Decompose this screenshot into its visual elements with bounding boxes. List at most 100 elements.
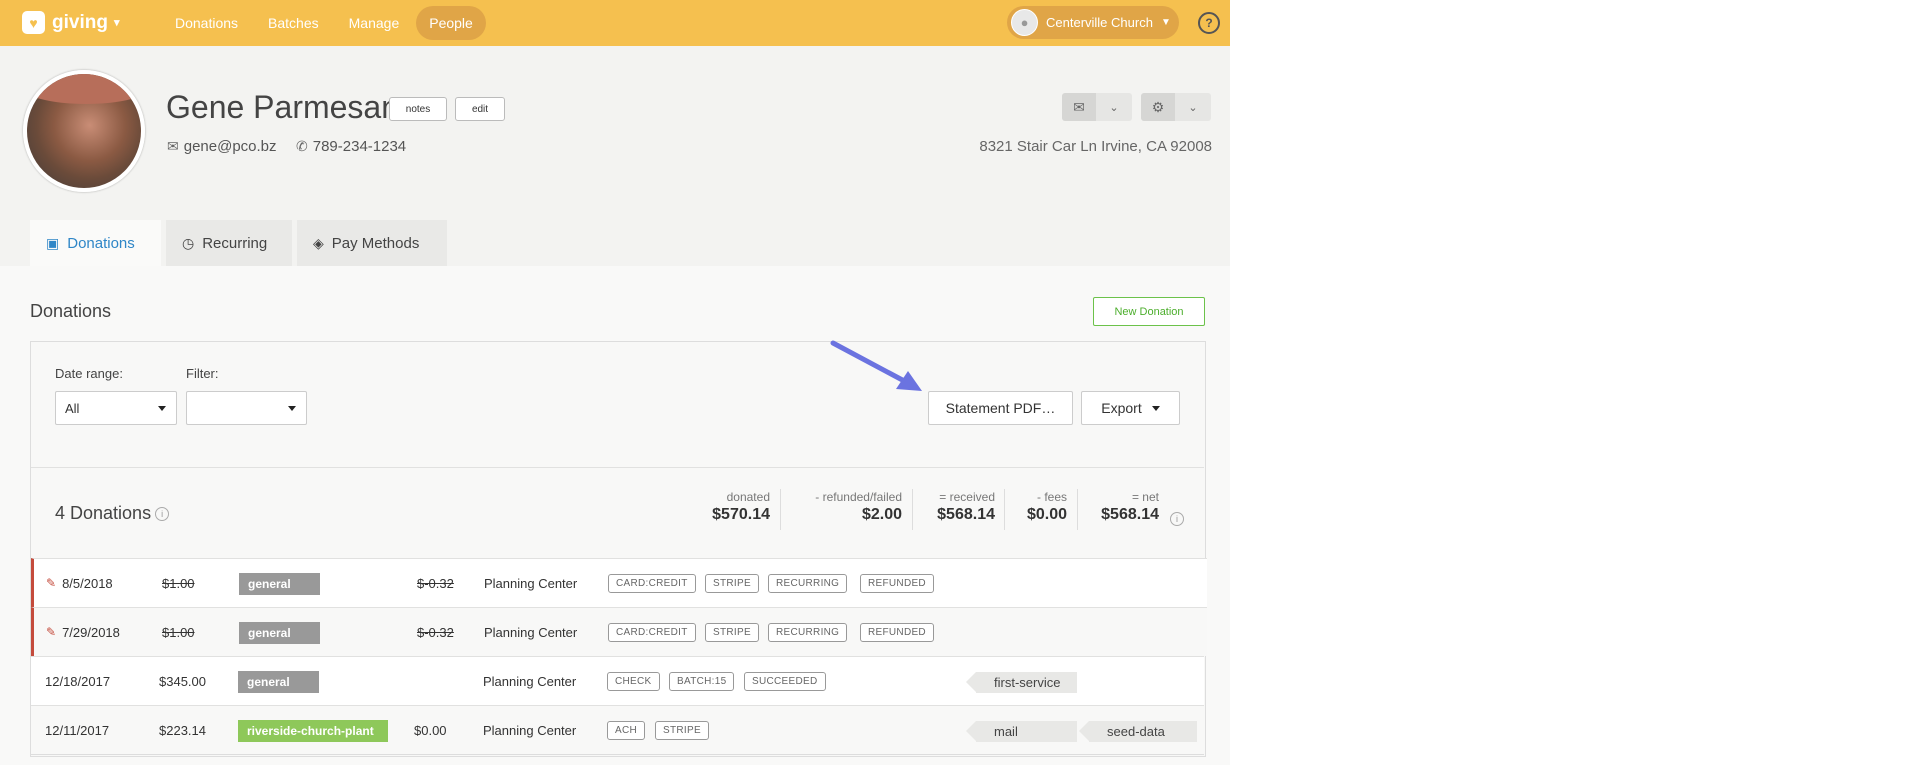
row-amount: $345.00 — [159, 673, 206, 689]
org-switcher[interactable]: ● Centerville Church ▼ — [1007, 6, 1179, 39]
table-row[interactable]: ✎ 8/5/2018 $1.00 general $-0.32 Planning… — [31, 558, 1207, 607]
divider — [1077, 489, 1078, 530]
row-fee: $-0.32 — [417, 624, 454, 640]
nav-donations[interactable]: Donations — [162, 6, 251, 40]
new-donation-button[interactable]: New Donation — [1093, 297, 1205, 326]
donations-icon: ▣ — [46, 234, 60, 251]
fund-badge: general — [239, 622, 320, 644]
app-name: giving — [52, 11, 108, 33]
summary-label: = received — [939, 490, 995, 504]
summary-value: $0.00 — [1026, 506, 1067, 523]
chevron-down-icon: ▼ — [1160, 17, 1171, 28]
section-title: Donations — [30, 301, 112, 321]
summary-label: = net — [1131, 490, 1159, 504]
row-fee: $0.00 — [414, 722, 447, 738]
fund-badge: general — [239, 573, 320, 595]
divider — [912, 489, 913, 530]
app-switcher[interactable]: ♥ giving ▾ — [22, 11, 119, 34]
nav-batches[interactable]: Batches — [255, 6, 332, 40]
person-phone[interactable]: ✆ 789-234-1234 — [296, 138, 406, 155]
top-nav-bar: ♥ giving ▾ Donations Batches Manage Peop… — [0, 0, 1230, 46]
row-source: Planning Center — [484, 575, 578, 591]
date-range-label: Date range: — [55, 366, 123, 381]
summary-received: = received $568.14 — [920, 490, 995, 524]
divider — [31, 467, 1204, 468]
statement-pdf-button[interactable]: Statement PDF… — [928, 391, 1073, 425]
summary-value: $570.14 — [712, 506, 770, 523]
info-icon[interactable]: i — [1170, 512, 1184, 526]
wallet-icon: ◈ — [313, 234, 324, 251]
email-button[interactable]: ✉ — [1062, 93, 1096, 121]
status-badge: STRIPE — [705, 623, 759, 642]
filter-select[interactable] — [186, 391, 307, 425]
nav-manage[interactable]: Manage — [336, 6, 413, 40]
summary-label: - refunded/failed — [815, 490, 902, 504]
annotation-arrow-icon — [830, 340, 922, 391]
row-date: ✎ 8/5/2018 — [46, 559, 113, 607]
summary-label: donated — [726, 490, 770, 504]
tab-donations[interactable]: ▣ Donations — [30, 220, 161, 266]
app-window: ♥ giving ▾ Donations Batches Manage Peop… — [0, 0, 1230, 765]
org-name: Centerville Church — [1046, 15, 1153, 30]
status-badge: RECURRING — [768, 623, 848, 642]
fund-badge: riverside-church-plant — [238, 720, 388, 742]
status-badge: CHECK — [607, 672, 660, 691]
tab-donations-label: Donations — [67, 234, 135, 252]
tab-recurring-label: Recurring — [202, 234, 268, 252]
settings-menu-chevron-icon[interactable]: ⌄ — [1175, 93, 1211, 121]
row-fee: $-0.32 — [417, 575, 454, 591]
gear-icon[interactable]: ⚙ — [1141, 93, 1175, 121]
tag: mail — [966, 721, 1077, 742]
tag: seed-data — [1079, 721, 1197, 742]
person-address: 8321 Stair Car Ln Irvine, CA 92008 — [979, 138, 1212, 155]
fund-badge: general — [238, 671, 319, 693]
phone-text: 789-234-1234 — [312, 138, 407, 155]
tab-recurring[interactable]: ◷ Recurring — [166, 220, 292, 266]
summary-label: - fees — [1036, 490, 1067, 504]
email-actions-group: ✉ ⌄ — [1062, 93, 1132, 121]
phone-icon: ✆ — [296, 138, 308, 154]
export-button[interactable]: Export — [1081, 391, 1180, 425]
status-badge: SUCCEEDED — [744, 672, 826, 691]
filter-label: Filter: — [186, 366, 219, 381]
date-range-value: All — [65, 400, 80, 416]
edit-button[interactable]: edit — [455, 97, 505, 121]
caret-down-icon — [158, 406, 166, 411]
table-row[interactable]: 12/11/2017 $223.14 riverside-church-plan… — [31, 705, 1204, 755]
caret-down-icon — [1151, 405, 1160, 411]
status-badge: RECURRING — [768, 574, 848, 593]
table-row[interactable]: 12/18/2017 $345.00 general Planning Cent… — [31, 656, 1204, 705]
summary-value: $568.14 — [1101, 506, 1159, 523]
date-range-select[interactable]: All — [55, 391, 177, 425]
email-menu-chevron-icon[interactable]: ⌄ — [1096, 93, 1132, 121]
row-amount: $1.00 — [162, 575, 195, 591]
row-date: ✎ 7/29/2018 — [46, 608, 120, 656]
tab-pay-methods[interactable]: ◈ Pay Methods — [297, 220, 447, 266]
help-icon[interactable]: ? — [1198, 12, 1220, 34]
notes-button[interactable]: notes — [389, 97, 447, 121]
tag: first-service — [966, 672, 1077, 693]
summary-value: $2.00 — [861, 506, 902, 523]
date-text: 7/29/2018 — [62, 624, 120, 640]
summary-donated: donated $570.14 — [690, 490, 770, 524]
info-icon[interactable]: i — [155, 507, 170, 522]
status-badge: STRIPE — [705, 574, 759, 593]
summary-fees: - fees $0.00 — [1012, 490, 1067, 524]
donation-count: 4 Donations i — [55, 503, 170, 524]
status-badge: REFUNDED — [860, 623, 934, 642]
main-nav: Donations Batches Manage People — [162, 6, 490, 40]
row-source: Planning Center — [483, 673, 577, 689]
export-label: Export — [1101, 400, 1142, 416]
row-date: 12/11/2017 — [45, 722, 110, 738]
person-email[interactable]: ✉ gene@pco.bz — [167, 138, 277, 155]
caret-down-icon — [288, 406, 296, 411]
status-badge: ACH — [607, 721, 646, 740]
nav-people[interactable]: People — [416, 6, 486, 40]
status-badge: CARD:CREDIT — [608, 623, 696, 642]
donation-count-text: 4 Donations — [55, 503, 152, 523]
summary-net: = net $568.14 — [1085, 490, 1159, 524]
row-amount: $223.14 — [159, 722, 206, 738]
envelope-icon: ✉ — [167, 138, 179, 154]
table-row[interactable]: ✎ 7/29/2018 $1.00 general $-0.32 Plannin… — [31, 607, 1207, 656]
status-badge: STRIPE — [655, 721, 709, 740]
